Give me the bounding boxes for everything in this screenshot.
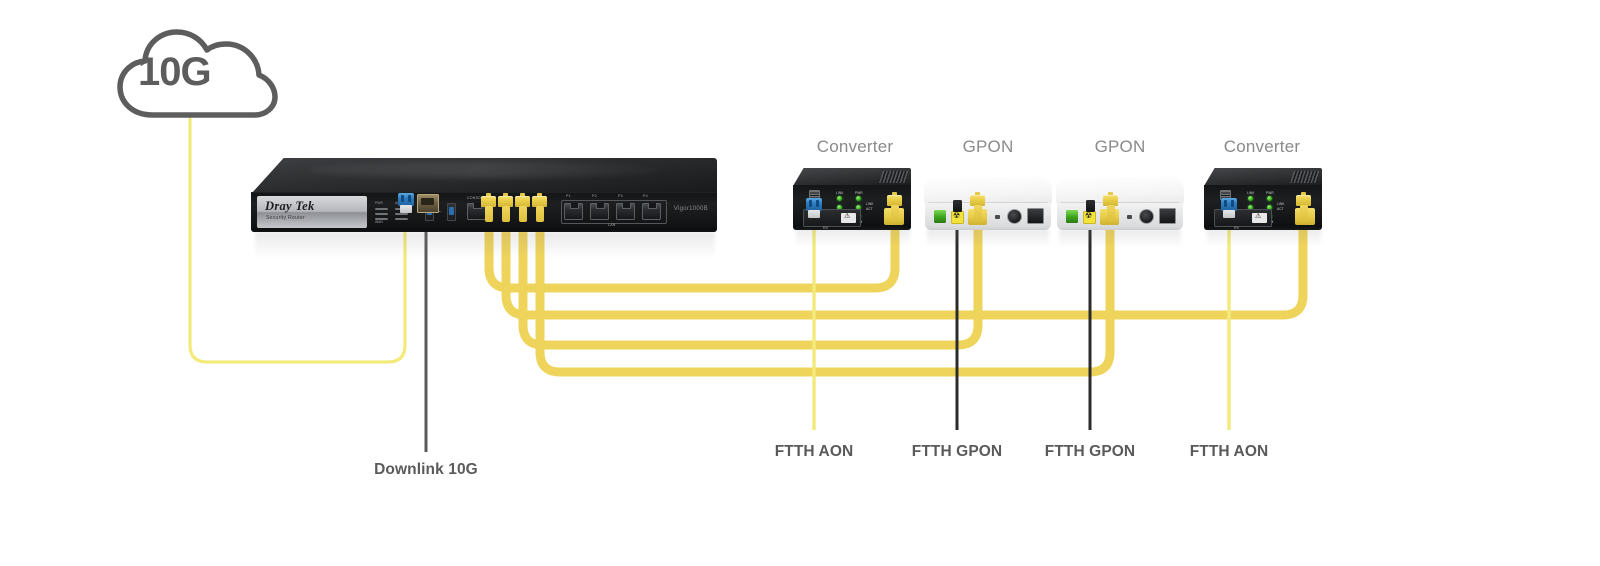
gpon-2-fiber-plug[interactable] xyxy=(1086,200,1095,212)
router-top-sheen xyxy=(306,162,662,178)
ont-front-panel xyxy=(925,203,1051,230)
converter-1-ethernet-plug[interactable] xyxy=(887,192,902,221)
cable-router-to-converter-2 xyxy=(535,223,1115,377)
router-brand-name: Dray Tek xyxy=(265,199,315,213)
router-port-plug-s4[interactable] xyxy=(532,193,547,222)
label-downlink-10g: Downlink 10G xyxy=(374,461,478,478)
rx-port-label: RX xyxy=(823,226,828,230)
device-label-gpon-1: GPON xyxy=(962,137,1014,156)
lan-port-p4[interactable] xyxy=(642,203,661,220)
converter-2-lc-connector[interactable] xyxy=(1221,198,1237,218)
lan-group-label: LAN xyxy=(608,223,616,227)
label-ftth-aon-1: FTTH AON xyxy=(774,443,854,460)
router-model-label: Vigor1000B xyxy=(673,206,708,212)
usb-port-2[interactable] xyxy=(447,203,456,221)
led-link xyxy=(837,196,842,201)
label-ftth-gpon-2: FTTH GPON xyxy=(1044,443,1136,460)
device-label-converter-1: Converter xyxy=(816,137,894,156)
dc-power-jack[interactable] xyxy=(1027,208,1044,224)
gpon-fiber-port[interactable] xyxy=(1066,210,1078,223)
cable-router-to-converter-1 xyxy=(484,223,900,293)
laser-warning-icon xyxy=(1252,212,1267,223)
converter-chassis-top xyxy=(1204,168,1322,186)
gpon-2-ethernet-plug[interactable] xyxy=(1103,192,1118,221)
converter-chassis-top xyxy=(793,168,911,186)
led-pwr xyxy=(856,196,861,201)
converter-2-ethernet-plug[interactable] xyxy=(1296,192,1311,221)
router-port-plug-s2[interactable] xyxy=(498,193,513,222)
router-downlink-sfp-module[interactable] xyxy=(417,194,439,213)
gpon-1-fiber-plug[interactable] xyxy=(953,200,962,212)
router-subtitle: Security Router xyxy=(266,215,305,221)
device-label-converter-2: Converter xyxy=(1223,137,1301,156)
device-label-gpon-2: GPON xyxy=(1094,137,1146,156)
lan-port-p2[interactable] xyxy=(590,203,609,220)
label-ftth-gpon-1: FTTH GPON xyxy=(911,443,1003,460)
router-brand-badge: Dray Tek Security Router xyxy=(257,196,367,228)
cable-router-to-gpon-1 xyxy=(501,223,1308,320)
cable-cloud-to-router xyxy=(188,116,407,364)
router-port-plug-s3[interactable] xyxy=(515,193,530,222)
router-chassis-top xyxy=(251,158,717,194)
reset-button[interactable] xyxy=(995,215,1000,219)
router-wan-sfp-lc-connector[interactable] xyxy=(398,193,414,213)
gpon-ont-2 xyxy=(1056,176,1184,234)
gpon-ont-1 xyxy=(924,176,1052,234)
laser-warning-icon xyxy=(951,211,964,224)
lan-port-p1[interactable] xyxy=(564,203,583,220)
lc-ferrule-a xyxy=(401,195,404,202)
laser-warning-icon xyxy=(841,212,856,223)
converter-1-lc-connector[interactable] xyxy=(806,198,822,218)
lc-ferrule-b xyxy=(408,195,411,202)
vent-grille-icon xyxy=(1290,171,1320,183)
internet-cloud: 10G xyxy=(112,24,280,129)
laser-warning-icon xyxy=(1083,211,1096,224)
rx-port-label: RX xyxy=(1234,226,1239,230)
cloud-label: 10G xyxy=(138,50,212,94)
gpon-1-ethernet-plug[interactable] xyxy=(970,192,985,221)
ont-front-panel xyxy=(1057,203,1183,230)
router-port-plug-s1[interactable] xyxy=(481,193,496,222)
led-pwr xyxy=(1267,196,1272,201)
label-ftth-aon-2: FTTH AON xyxy=(1189,443,1269,460)
lan-port-p3[interactable] xyxy=(616,203,635,220)
reset-button[interactable] xyxy=(1127,215,1132,219)
power-switch[interactable] xyxy=(1007,209,1022,224)
lc-connector-boot xyxy=(400,205,412,213)
gpon-fiber-port[interactable] xyxy=(934,210,946,223)
dc-power-jack[interactable] xyxy=(1159,208,1176,224)
power-switch[interactable] xyxy=(1139,209,1154,224)
network-diagram: 10G Dray Tek Security Router Vigor1000B … xyxy=(0,0,1600,566)
led-link xyxy=(1248,196,1253,201)
vent-grille-icon xyxy=(879,171,909,183)
